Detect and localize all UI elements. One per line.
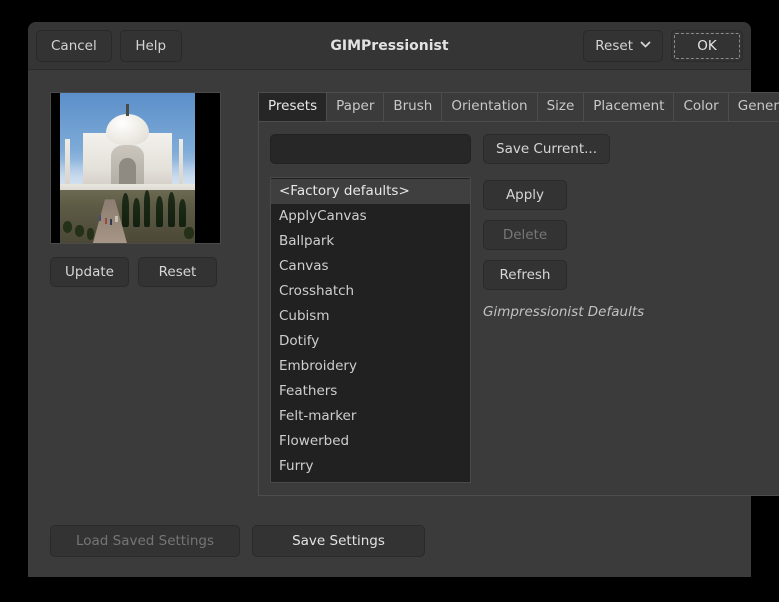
tab-presets[interactable]: Presets [258, 92, 328, 121]
preview-reset-button[interactable]: Reset [138, 257, 217, 287]
tab-brush[interactable]: Brush [383, 92, 443, 121]
presets-page: <Factory defaults> ApplyCanvas Ballpark … [258, 121, 779, 496]
preview-column: Update Reset [50, 92, 236, 507]
list-item[interactable]: Flowerbed [271, 429, 470, 454]
reset-menu-label: Reset [595, 37, 633, 54]
help-button[interactable]: Help [119, 29, 182, 62]
dialog-body: Update Reset Presets Paper Brush Orienta… [28, 70, 779, 507]
list-item[interactable]: Felt-marker [271, 404, 470, 429]
preview-image-taj-mahal [60, 93, 195, 243]
ok-button[interactable]: OK [671, 29, 743, 62]
preset-description-text: Gimpressionist Defaults [483, 304, 645, 320]
tab-paper[interactable]: Paper [326, 92, 385, 121]
preview-frame[interactable] [50, 92, 221, 244]
presets-actions-column: Save Current... Apply Delete Refresh Gim… [483, 134, 779, 483]
preview-update-button[interactable]: Update [50, 257, 129, 287]
presets-list-column: <Factory defaults> ApplyCanvas Ballpark … [270, 134, 471, 483]
gimpressionist-dialog: Cancel Help GIMPressionist Reset OK Upda… [28, 22, 779, 577]
list-item[interactable]: ApplyCanvas [271, 204, 470, 229]
notebook-tab-bar: Presets Paper Brush Orientation Size Pla… [258, 92, 779, 121]
tab-orientation[interactable]: Orientation [441, 92, 538, 121]
cancel-button[interactable]: Cancel [36, 29, 112, 62]
list-item[interactable]: Cubism [271, 304, 470, 329]
notebook: Presets Paper Brush Orientation Size Pla… [258, 92, 779, 507]
dialog-footer: Load Saved Settings Save Settings [28, 507, 751, 577]
list-item[interactable]: Furry [271, 454, 470, 479]
chevron-down-icon [640, 39, 651, 50]
apply-button[interactable]: Apply [483, 180, 567, 210]
refresh-button[interactable]: Refresh [483, 260, 567, 290]
list-item[interactable]: Crosshatch [271, 279, 470, 304]
list-item[interactable]: Feathers [271, 379, 470, 404]
tab-color[interactable]: Color [673, 92, 729, 121]
delete-button: Delete [483, 220, 567, 250]
list-item[interactable]: Canvas [271, 254, 470, 279]
header-left-actions: Cancel Help [36, 29, 182, 62]
list-item[interactable]: Embroidery [271, 354, 470, 379]
save-settings-button[interactable]: Save Settings [252, 525, 425, 557]
preset-name-input[interactable] [270, 134, 471, 164]
tab-placement[interactable]: Placement [583, 92, 675, 121]
tab-size[interactable]: Size [536, 92, 585, 121]
dialog-header-bar: Cancel Help GIMPressionist Reset OK [28, 22, 751, 70]
preview-buttons: Update Reset [50, 257, 217, 287]
reset-menu-button[interactable]: Reset [583, 29, 663, 62]
list-item[interactable]: <Factory defaults> [271, 179, 470, 204]
load-saved-settings-button: Load Saved Settings [50, 525, 240, 557]
tab-general[interactable]: General [727, 92, 779, 121]
save-current-button[interactable]: Save Current... [483, 134, 611, 164]
header-right-actions: Reset OK [583, 29, 743, 62]
list-item[interactable]: Dotify [271, 329, 470, 354]
preset-list[interactable]: <Factory defaults> ApplyCanvas Ballpark … [270, 177, 471, 483]
list-item[interactable]: Ballpark [271, 229, 470, 254]
